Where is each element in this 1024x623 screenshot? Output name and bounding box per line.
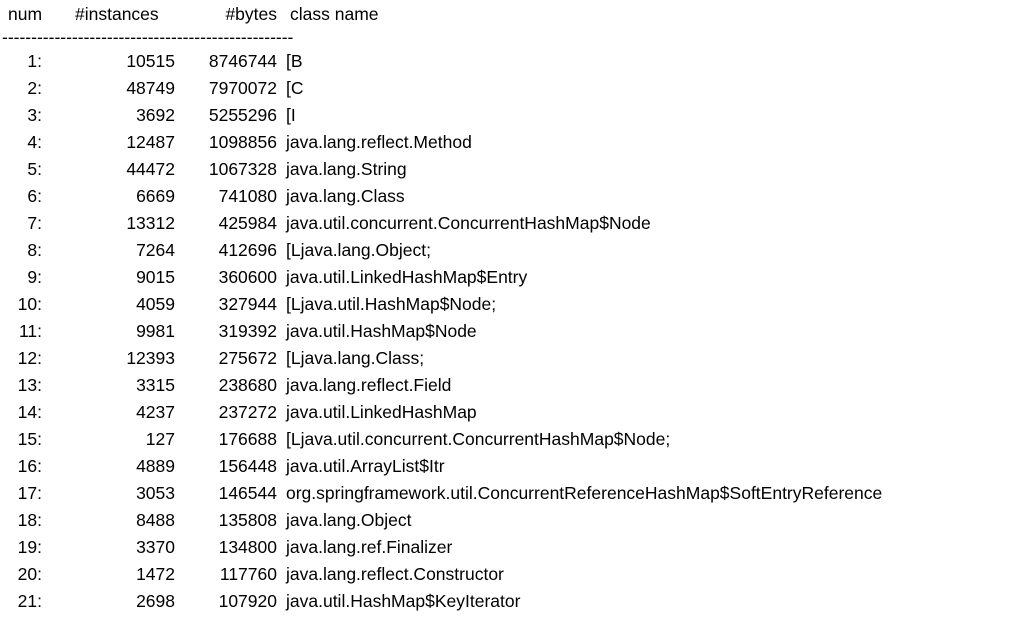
cell-bytes: 327944 — [218, 294, 277, 314]
table-row: 12: 12393 275672 [Ljava.lang.Class; — [0, 345, 1024, 372]
cell-class-name: [Ljava.lang.Object; — [286, 240, 431, 260]
cell-bytes: 134800 — [218, 537, 277, 557]
cell-class-name: [Ljava.util.HashMap$Node; — [286, 294, 497, 314]
cell-bytes: 117760 — [219, 564, 277, 584]
table-row: 18: 8488 135808 java.lang.Object — [0, 507, 1024, 534]
cell-bytes: 8746744 — [208, 51, 277, 71]
table-row: 13: 3315 238680 java.lang.reflect.Field — [0, 372, 1024, 399]
cell-class-name: [C — [286, 78, 304, 98]
table-row: 20: 1472 117760 java.lang.reflect.Construct… — [0, 561, 1024, 588]
cell-bytes: 1067328 — [208, 159, 277, 179]
table-row: 4: 12487 1098856 java.lang.reflect.Method — [0, 129, 1024, 156]
cell-bytes: 156448 — [218, 456, 277, 476]
table-row: 17: 3053 146544 org.springframework.util.Co… — [0, 480, 1024, 507]
cell-class-name: [Ljava.util.concurrent.ConcurrentHashMap… — [286, 429, 671, 449]
table-row: 2: 48749 7970072 [C — [0, 75, 1024, 102]
cell-bytes: 5255296 — [208, 105, 277, 125]
cell-class-name: [I — [286, 105, 296, 125]
cell-bytes: 1098856 — [208, 132, 277, 152]
table-row: 1: 10515 8746744 [B — [0, 48, 1024, 75]
cell-class-name: java.util.HashMap$KeyIterator — [286, 591, 521, 611]
cell-class-name: java.util.LinkedHashMap — [286, 402, 477, 422]
table-row: 9: 9015 360600 java.util.LinkedHashMap$Entr… — [0, 264, 1024, 291]
cell-bytes: 176688 — [218, 429, 277, 449]
cell-bytes: 107920 — [218, 591, 277, 611]
table-row: 15: 127 176688 [Ljava.util.concurrent.Concu… — [0, 426, 1024, 453]
table-row: 21: 2698 107920 java.util.HashMap$KeyIterat… — [0, 588, 1024, 615]
table-row: 14: 4237 237272 java.util.LinkedHashMap — [0, 399, 1024, 426]
cell-class-name: [Ljava.lang.Class; — [286, 348, 425, 368]
cell-bytes: 319392 — [218, 321, 277, 341]
cell-bytes: 7970072 — [208, 78, 277, 98]
cell-bytes: 146544 — [218, 483, 277, 503]
cell-class-name: java.util.concurrent.ConcurrentHashMap$N… — [286, 213, 651, 233]
cell-class-name: java.util.HashMap$Node — [286, 321, 477, 341]
table-row: 11: 9981 319392 java.util.HashMap$Node — [0, 318, 1024, 345]
cell-class-name: java.lang.reflect.Constructor — [286, 564, 504, 584]
cell-bytes: 741080 — [218, 186, 277, 206]
table-row: 10: 4059 327944 [Ljava.util.HashMap$Node; — [0, 291, 1024, 318]
table-row: 3: 3692 5255296 [I — [0, 102, 1024, 129]
cell-bytes: 135808 — [218, 510, 277, 530]
cell-class-name: java.lang.Class — [286, 186, 405, 206]
histogram-rows: 1: 10515 8746744 [B 2: 48749 7970072 [C 3: 3692 52… — [0, 48, 1024, 615]
cell-class-name: java.lang.reflect.Method — [286, 132, 472, 152]
table-row: 19: 3370 134800 java.lang.ref.Finalizer — [0, 534, 1024, 561]
table-row: 8: 7264 412696 [Ljava.lang.Object; — [0, 237, 1024, 264]
cell-bytes: 275672 — [218, 348, 277, 368]
cell-class-name: org.springframework.util.ConcurrentRefer… — [286, 483, 883, 503]
cell-bytes: 238680 — [218, 375, 277, 395]
cell-class-name: java.util.ArrayList$Itr — [286, 456, 445, 476]
column-header-instances: #instances — [75, 4, 159, 24]
table-row: 16: 4889 156448 java.util.ArrayList$Itr — [0, 453, 1024, 480]
cell-bytes: 425984 — [218, 213, 277, 233]
table-row: 7: 13312 425984 java.util.concurrent.Concur… — [0, 210, 1024, 237]
table-row: 5: 44472 1067328 java.lang.String — [0, 156, 1024, 183]
header-separator-line: ----------------------------------------… — [2, 28, 294, 46]
cell-class-name: [B — [286, 51, 303, 71]
heap-histogram-output: #bytes num #instances class name -------… — [0, 0, 1024, 623]
cell-class-name: java.lang.reflect.Field — [286, 375, 452, 395]
column-header-num: num — [8, 4, 43, 24]
column-header-class-name: class name — [290, 4, 379, 24]
cell-bytes: 360600 — [218, 267, 277, 287]
cell-class-name: java.lang.String — [286, 159, 407, 179]
cell-bytes: 412696 — [218, 240, 277, 260]
table-header-row: #bytes num #instances class name — [0, 0, 1024, 28]
table-row: 6: 6669 741080 java.lang.Class — [0, 183, 1024, 210]
cell-class-name: java.lang.Object — [286, 510, 412, 530]
cell-bytes: 237272 — [218, 402, 277, 422]
cell-class-name: java.lang.ref.Finalizer — [286, 537, 453, 557]
cell-class-name: java.util.LinkedHashMap$Entry — [286, 267, 528, 287]
